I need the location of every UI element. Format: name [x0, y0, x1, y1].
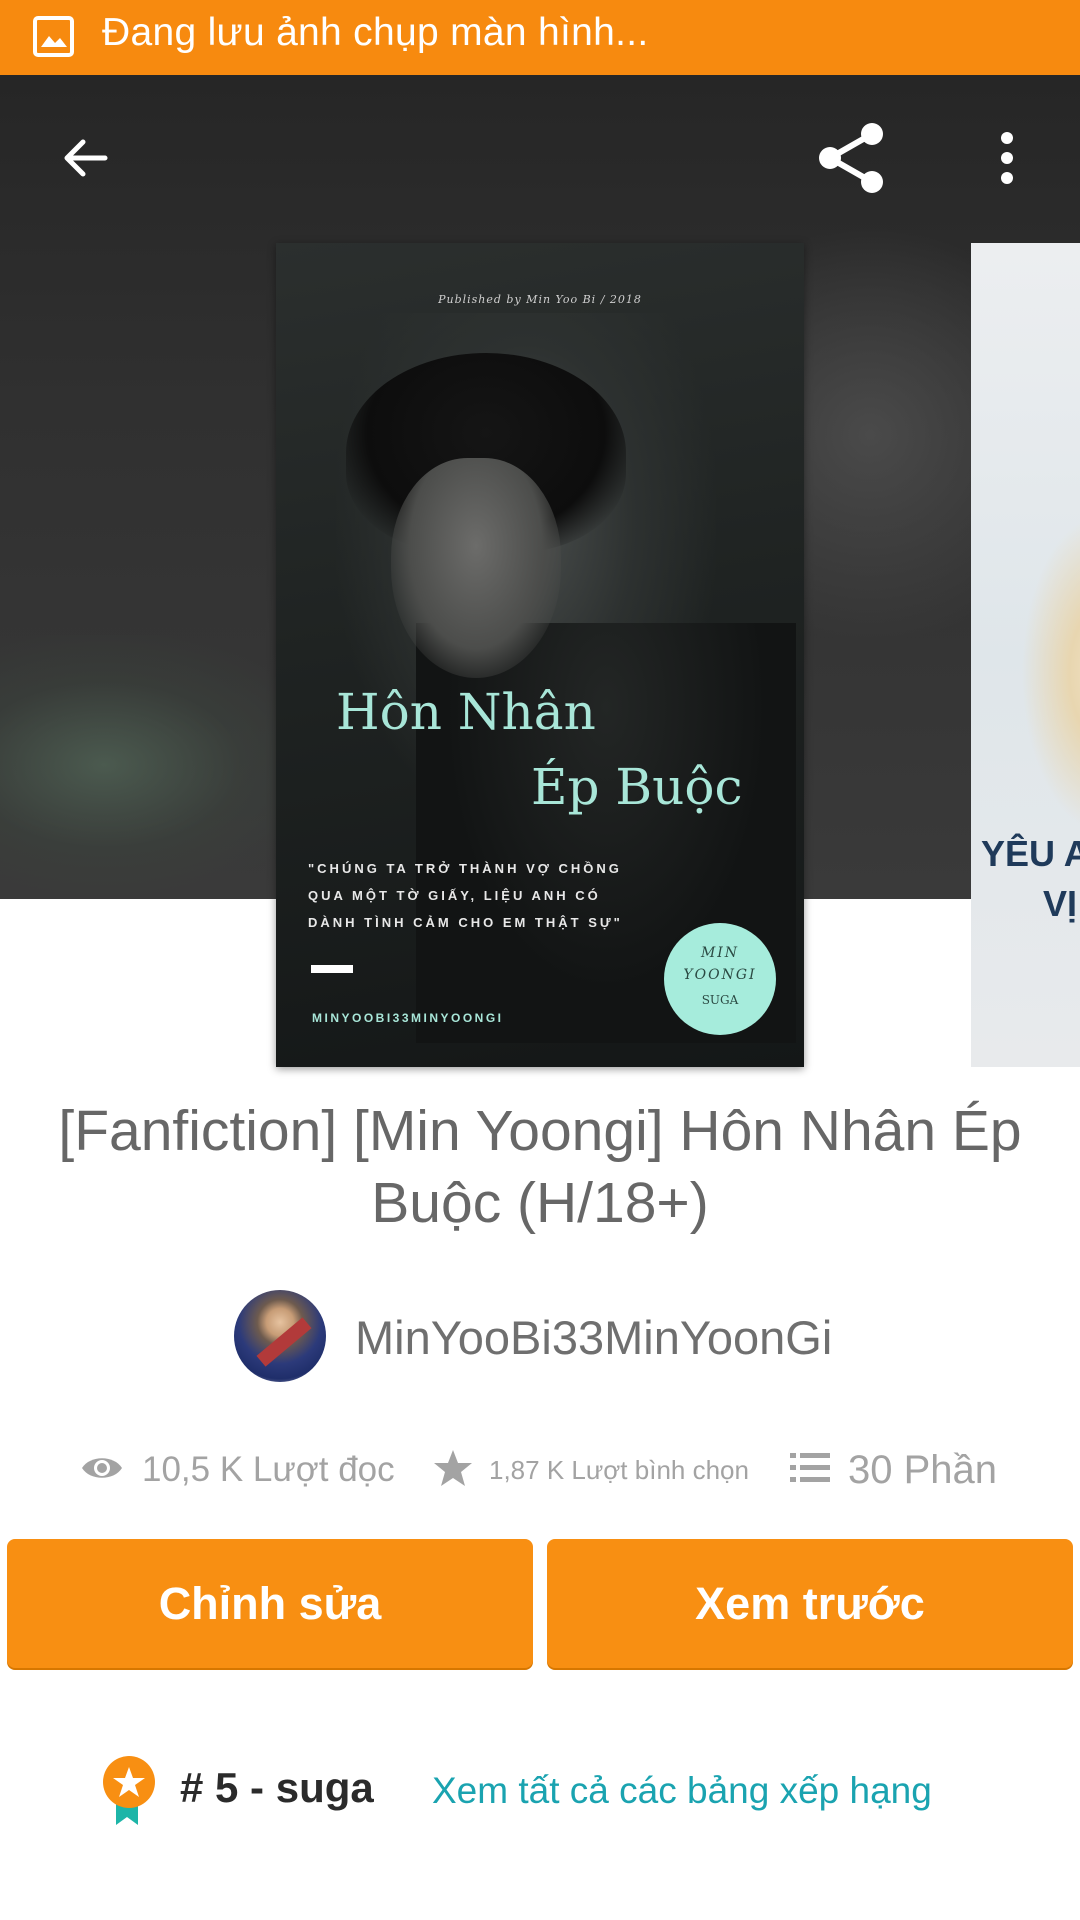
all-rankings-link[interactable]: Xem tất cả các bảng xếp hạng — [432, 1770, 932, 1812]
back-button[interactable] — [30, 105, 140, 215]
eye-icon — [80, 1453, 124, 1488]
cover-divider — [311, 965, 353, 973]
background-blur — [0, 635, 320, 895]
status-text: Đang lưu ảnh chụp màn hình... — [102, 11, 649, 54]
parts-count: 30 Phần — [848, 1447, 998, 1492]
next-cover-text: YÊU A — [981, 833, 1080, 874]
edit-button[interactable]: Chỉnh sửa — [7, 1539, 533, 1668]
more-options-button[interactable] — [952, 105, 1062, 215]
share-icon — [814, 120, 890, 201]
star-icon — [433, 1448, 473, 1493]
reads-stat: 10,5 K Lượt đọc — [80, 1440, 395, 1500]
cover-publisher: Published by Min Yoo Bi / 2018 — [438, 293, 642, 306]
cover-badge-line: YOONGI — [683, 967, 757, 983]
preview-button[interactable]: Xem trước — [547, 1539, 1073, 1668]
image-icon — [33, 16, 74, 57]
avatar[interactable] — [234, 1290, 326, 1382]
cover-title-line1: Hôn Nhân — [336, 683, 596, 741]
cover-badge-line: MIN — [700, 945, 740, 961]
cover-quote-line: QUA MỘT TỜ GIẤY, LIỆU ANH CÓ — [308, 888, 601, 903]
share-button[interactable] — [797, 105, 907, 215]
next-cover-text: VỊ — [1043, 883, 1078, 924]
cover-badge: MIN YOONGI SUGA — [664, 923, 776, 1035]
cover-title-line2: Ép Buộc — [531, 758, 743, 816]
next-story-cover[interactable]: YÊU A VỊ — [971, 243, 1080, 1067]
cover-badge-line: SUGA — [701, 993, 739, 1007]
parts-stat: 30 Phần — [790, 1440, 997, 1500]
cover-author: MINYOOBI33MINYOONGI — [312, 1011, 504, 1025]
ranking-row: # 5 - suga Xem tất cả các bảng xếp hạng — [0, 1750, 1080, 1840]
list-icon — [790, 1451, 830, 1490]
reads-count: 10,5 K Lượt đọc — [142, 1450, 395, 1489]
votes-count: 1,87 K Lượt bình chọn — [489, 1454, 749, 1485]
votes-stat: 1,87 K Lượt bình chọn — [433, 1440, 749, 1500]
story-title: [Fanfiction] [Min Yoongi] Hôn Nhân Ép Bu… — [58, 1099, 1022, 1235]
cover-quote: "CHÚNG TA TRỞ THÀNH VỢ CHỒNG QUA MỘT TỜ … — [308, 855, 688, 936]
status-bar: Đang lưu ảnh chụp màn hình... — [0, 0, 1080, 75]
story-stats: 10,5 K Lượt đọc 1,87 K Lượt bình chọn 30… — [0, 1440, 1080, 1510]
ribbon-star-icon — [100, 1755, 158, 1827]
author-row[interactable]: MinYooBi33MinYoonGi — [0, 1290, 1080, 1386]
more-vert-icon — [997, 130, 1017, 191]
arrow-left-icon — [57, 130, 113, 191]
cover-art — [1021, 513, 1080, 833]
story-cover[interactable]: Published by Min Yoo Bi / 2018 Hôn Nhân … — [276, 243, 804, 1067]
cover-quote-line: "CHÚNG TA TRỞ THÀNH VỢ CHỒNG — [308, 861, 622, 876]
author-name[interactable]: MinYooBi33MinYoonGi — [355, 1310, 832, 1365]
cover-quote-line: DÀNH TÌNH CẢM CHO EM THẬT SỰ" — [308, 915, 623, 930]
ranking-text: # 5 - suga — [180, 1764, 374, 1811]
cover-art — [391, 458, 561, 678]
